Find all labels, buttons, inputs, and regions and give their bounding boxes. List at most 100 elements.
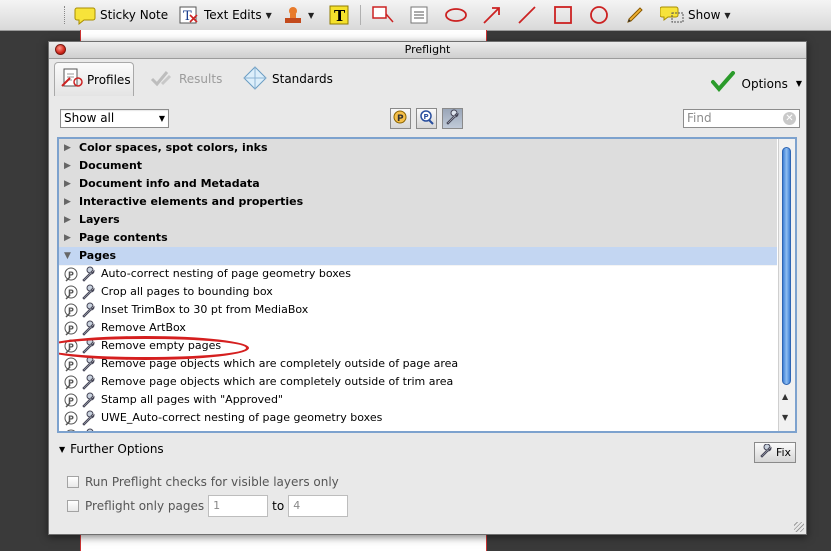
- show-filter-select[interactable]: Show all ▼: [60, 109, 169, 128]
- filter-row: Show all ▼ P P ✕: [49, 102, 806, 132]
- category-row[interactable]: ▶ Document: [59, 157, 777, 176]
- chevron-down-icon[interactable]: ▼: [266, 11, 272, 20]
- chevron-down-icon[interactable]: ▼: [308, 11, 314, 20]
- options-button[interactable]: Options ▼: [710, 71, 802, 96]
- svg-text:P: P: [424, 113, 429, 121]
- callout-tool-button[interactable]: [371, 3, 395, 27]
- category-row[interactable]: ▶ Document info and Metadata: [59, 175, 777, 194]
- visible-layers-checkbox[interactable]: [67, 476, 79, 488]
- show-label: Show: [688, 8, 721, 22]
- fixup-list[interactable]: ▶ Color spaces, spot colors, inks ▶ Docu…: [57, 137, 797, 433]
- scroll-down-icon[interactable]: ▼: [782, 413, 788, 422]
- show-filter-value: Show all: [64, 111, 115, 125]
- find-input[interactable]: [684, 110, 777, 126]
- vertical-scrollbar[interactable]: ▲ ▼: [778, 139, 795, 431]
- category-row[interactable]: ▶ Page contents: [59, 229, 777, 248]
- check-profile-icon: P: [392, 109, 409, 129]
- only-pages-checkbox[interactable]: [67, 500, 79, 512]
- options-label: Options: [741, 76, 788, 91]
- line-tool-button[interactable]: [516, 3, 538, 27]
- wrench-icon: [444, 109, 461, 129]
- fixup-row[interactable]: P Stamp all pages with "Approved": [59, 391, 777, 409]
- pencil-icon: [624, 4, 646, 26]
- tab-standards[interactable]: Standards: [242, 62, 333, 96]
- fixup-row[interactable]: P Remove ArtBox: [59, 319, 777, 337]
- further-options-label: Further Options: [70, 442, 164, 456]
- category-row[interactable]: ▶ Color spaces, spot colors, inks: [59, 139, 777, 158]
- find-field[interactable]: ✕: [683, 109, 800, 128]
- fixup-row[interactable]: P Crop all pages to bounding box: [59, 283, 777, 301]
- further-options-toggle[interactable]: ▼ Further Options: [59, 442, 164, 456]
- profile-wrench-icon: P: [64, 374, 95, 390]
- sticky-note-button[interactable]: Sticky Note: [74, 3, 168, 27]
- rectangle-icon: [552, 4, 574, 26]
- tab-standards-label: Standards: [272, 72, 333, 86]
- show-comments-icon: [660, 4, 686, 26]
- only-pages-option[interactable]: Preflight only pages 1 to 4: [67, 495, 349, 517]
- disclosure-triangle-icon[interactable]: ▶: [64, 157, 71, 175]
- fixup-icons: P: [63, 266, 99, 282]
- toolbar-grip[interactable]: [64, 6, 67, 24]
- dialog-titlebar[interactable]: Preflight: [49, 42, 806, 59]
- tab-results[interactable]: Results: [149, 62, 222, 96]
- profile-wrench-icon: P: [64, 356, 95, 372]
- fixup-row[interactable]: P Remove page objects which are complete…: [59, 355, 777, 373]
- preflight-dialog: Preflight Profiles Results Standards Opt…: [48, 41, 807, 535]
- text-edits-button[interactable]: T Text Edits ▼: [178, 3, 272, 27]
- disclosure-triangle-icon[interactable]: ▶: [64, 229, 71, 247]
- show-checks-button[interactable]: P: [390, 108, 411, 129]
- fixup-icons: P: [63, 284, 99, 300]
- close-button[interactable]: [55, 44, 66, 55]
- results-icon: [149, 67, 175, 92]
- fixup-row[interactable]: P UWE_Auto-correct nesting of page geome…: [59, 409, 777, 427]
- tab-profiles-label: Profiles: [87, 72, 131, 87]
- clear-search-icon[interactable]: ✕: [783, 112, 796, 125]
- category-row[interactable]: ▶ Layers: [59, 211, 777, 230]
- show-menu-button[interactable]: Show ▼: [660, 3, 731, 27]
- scrollbar-thumb[interactable]: [782, 147, 791, 385]
- rectangle-tool-button[interactable]: [552, 3, 574, 27]
- annotation-toolbar: Sticky Note T Text Edits ▼ ▼ T Show ▼: [0, 0, 831, 31]
- disclosure-triangle-icon[interactable]: ▶: [64, 175, 71, 193]
- fixup-row[interactable]: P Inset TrimBox to 30 pt from MediaBox: [59, 301, 777, 319]
- disclosure-triangle-icon[interactable]: ▶: [64, 211, 71, 229]
- highlight-text-button[interactable]: T: [327, 3, 351, 27]
- text-box-tool-button[interactable]: [408, 3, 430, 27]
- stamp-tool-button[interactable]: ▼: [282, 3, 314, 27]
- fixup-row-remove-empty-pages[interactable]: P Remove empty pages: [59, 337, 777, 355]
- fix-button[interactable]: Fix: [754, 442, 796, 463]
- fixup-icons: P: [63, 392, 99, 408]
- svg-text:P: P: [397, 114, 404, 124]
- scroll-up-icon[interactable]: ▲: [782, 392, 788, 401]
- profile-wrench-icon: [66, 428, 94, 431]
- fixup-row[interactable]: P Remove page objects which are complete…: [59, 373, 777, 391]
- fixup-row[interactable]: P Auto-correct nesting of page geometry …: [59, 265, 777, 283]
- stamp-icon: [282, 4, 304, 26]
- wrench-icon: [759, 443, 774, 461]
- chevron-down-icon[interactable]: ▼: [724, 11, 730, 20]
- disclosure-triangle-open-icon: ▼: [59, 444, 66, 454]
- tab-profiles[interactable]: Profiles: [54, 62, 134, 96]
- fixup-icons: P: [63, 320, 99, 336]
- arrow-tool-button[interactable]: [481, 3, 503, 27]
- oval-tool-button[interactable]: [588, 3, 610, 27]
- show-fixups-button[interactable]: [442, 108, 463, 129]
- profiles-icon: [60, 67, 84, 92]
- visible-layers-label: Run Preflight checks for visible layers …: [85, 475, 339, 489]
- category-row-pages[interactable]: ▼ Pages: [59, 247, 777, 266]
- fixup-row-partial[interactable]: [59, 427, 777, 431]
- disclosure-triangle-icon[interactable]: ▶: [64, 193, 71, 211]
- show-profiles-button[interactable]: P: [416, 108, 437, 129]
- disclosure-triangle-open-icon[interactable]: ▼: [64, 247, 71, 265]
- fix-label: Fix: [775, 446, 792, 459]
- visible-layers-option[interactable]: Run Preflight checks for visible layers …: [67, 475, 339, 489]
- page-from-field[interactable]: 1: [208, 495, 269, 517]
- fixup-icons: P: [63, 302, 99, 318]
- resize-grip[interactable]: [794, 522, 804, 532]
- page-to-field[interactable]: 4: [288, 495, 349, 517]
- disclosure-triangle-icon[interactable]: ▶: [64, 139, 71, 157]
- line-icon: [516, 4, 538, 26]
- category-row[interactable]: ▶ Interactive elements and properties: [59, 193, 777, 212]
- cloud-tool-button[interactable]: [444, 3, 468, 27]
- pencil-tool-button[interactable]: [624, 3, 646, 27]
